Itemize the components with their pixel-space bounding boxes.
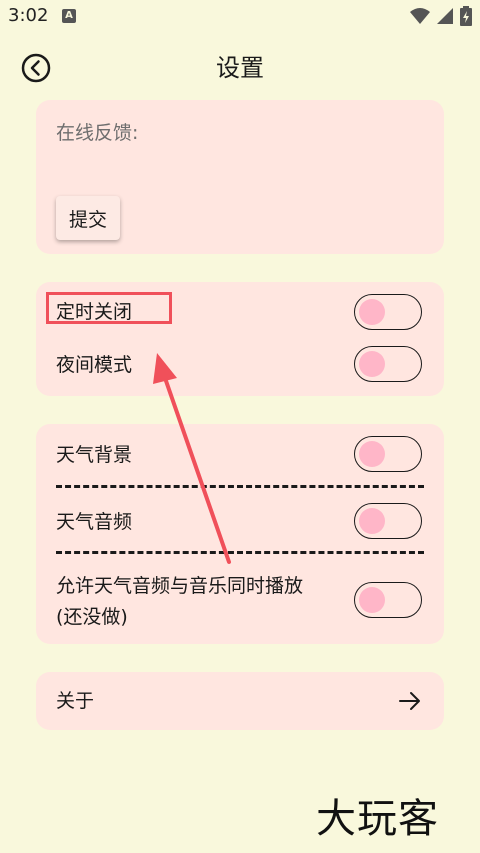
toggle-knob [359,351,385,377]
weather-background-toggle[interactable] [354,436,422,472]
status-time: 3:02 [8,5,49,26]
wifi-icon [410,8,430,24]
toggle-knob [359,587,385,613]
timer-close-toggle[interactable] [354,294,422,330]
weather-audio-toggle[interactable] [354,503,422,539]
timer-card: 定时关闭 夜间模式 [36,282,444,396]
feedback-card: 在线反馈: 提交 [36,100,444,254]
dashed-divider [56,485,424,488]
battery-icon [460,6,472,26]
page-title: 设置 [216,54,264,82]
simultaneous-playback-note: (还没做) [56,606,128,628]
weather-card: 天气背景 天气音频 允许天气音频与音乐同时播放 (还没做) [36,424,444,644]
toggle-knob [359,441,385,467]
night-mode-toggle[interactable] [354,346,422,382]
weather-background-label: 天气背景 [56,444,133,466]
simultaneous-playback-label: 允许天气音频与音乐同时播放 [56,575,304,597]
about-label: 关于 [56,690,95,712]
top-bar: 设置 [0,44,480,92]
feedback-label: 在线反馈: [56,122,139,144]
arrow-right-icon [399,692,420,710]
signal-icon [437,8,453,24]
night-mode-label: 夜间模式 [56,354,133,376]
status-icons [410,6,472,26]
simultaneous-playback-toggle[interactable] [354,582,422,618]
toggle-knob [359,299,385,325]
about-item[interactable]: 关于 [36,672,444,730]
weather-audio-label: 天气音频 [56,511,133,533]
submit-button[interactable]: 提交 [56,196,120,240]
dashed-divider [56,551,424,554]
notification-icon: A [62,9,76,23]
feedback-input[interactable] [56,148,428,190]
toggle-knob [359,508,385,534]
watermark-logo: 大玩客 [316,796,439,842]
status-bar: 3:02 A [0,0,480,34]
timer-close-label: 定时关闭 [56,301,133,323]
